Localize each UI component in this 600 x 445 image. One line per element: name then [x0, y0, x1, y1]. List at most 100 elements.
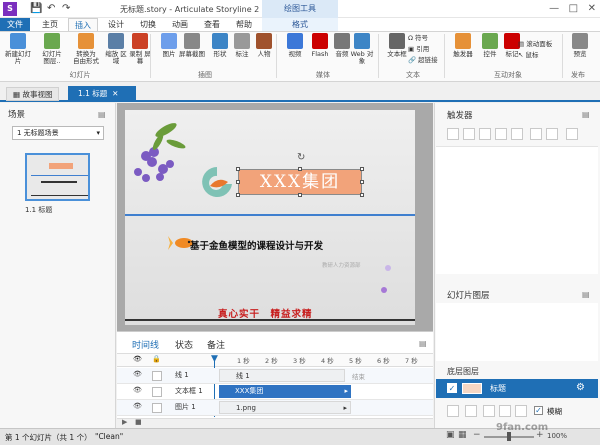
move-down-icon[interactable] — [546, 128, 558, 140]
tab-insert[interactable]: 插入 — [68, 18, 98, 31]
tab-animations[interactable]: 动画 — [166, 18, 194, 31]
ribbon-button[interactable]: 文本框 — [383, 33, 411, 58]
lock-checkbox[interactable] — [152, 403, 162, 413]
tab-slide-1-1[interactable]: 1.1 标题 ✕ — [68, 86, 137, 102]
tab-states[interactable]: 状态 — [175, 338, 193, 351]
trigger-settings-icon[interactable] — [566, 128, 578, 140]
panel-pin-icon[interactable]: ▤ — [582, 110, 590, 119]
copy-layer-icon[interactable] — [499, 405, 511, 417]
layers-list[interactable] — [436, 303, 598, 361]
eye-icon[interactable]: 👁 — [133, 402, 143, 410]
ribbon-button[interactable]: 幻灯片 图层.. — [38, 33, 66, 65]
lock-icon[interactable]: 🔒 — [152, 355, 161, 363]
timeline-object-name[interactable]: 文本框 1 — [175, 386, 203, 396]
ribbon-small-scroll-panel[interactable]: ▤ 滚动面板 — [518, 40, 552, 49]
base-layer-row[interactable] — [436, 379, 598, 398]
slide-divider-line[interactable] — [125, 214, 415, 216]
duplicate-layer-icon[interactable] — [465, 405, 477, 417]
slide-thumbnail[interactable] — [25, 153, 90, 201]
gear-icon[interactable]: ⚙ — [576, 382, 585, 393]
slide-bottom-line[interactable] — [125, 319, 415, 321]
normal-view-icon[interactable]: ▣ — [446, 430, 455, 440]
eye-icon[interactable]: 👁 — [133, 370, 143, 378]
goldfish-logo-icon[interactable] — [198, 164, 236, 200]
panel-pin-icon[interactable]: ▤ — [98, 110, 106, 119]
zoom-slider-thumb[interactable] — [507, 432, 511, 441]
panel-pin-icon[interactable]: ▤ — [582, 290, 590, 299]
ribbon-button[interactable]: 转换为 自由形式 — [72, 33, 100, 65]
tab-file[interactable]: 文件 — [0, 18, 30, 31]
resize-handle[interactable] — [298, 193, 302, 197]
tab-notes[interactable]: 备注 — [207, 338, 225, 351]
minimize-icon[interactable]: — — [549, 3, 559, 14]
zoom-out-icon[interactable]: − — [473, 430, 481, 440]
triggers-list[interactable] — [436, 146, 598, 274]
lock-checkbox[interactable] — [152, 387, 162, 397]
tab-view[interactable]: 查看 — [198, 18, 226, 31]
save-icon[interactable]: 💾 — [30, 3, 42, 15]
layer-visible-checkbox[interactable]: ✓ — [447, 383, 457, 393]
scene-dropdown[interactable]: 1 无标题场景 ▾ — [12, 126, 104, 140]
new-layer-icon[interactable] — [447, 405, 459, 417]
ribbon-small-reference[interactable]: ▣ 引用 — [408, 45, 429, 54]
resize-handle[interactable] — [236, 180, 240, 184]
play-icon[interactable]: ▶ — [122, 418, 127, 426]
ribbon-small-hyperlink[interactable]: 🔗 超链接 — [408, 56, 438, 65]
stop-icon[interactable]: ■ — [135, 418, 142, 426]
resize-handle[interactable] — [236, 193, 240, 197]
resize-handle[interactable] — [236, 167, 240, 171]
timeline-bar-selected[interactable]: XXX集团 ▸ — [219, 385, 351, 398]
timeline-object-name[interactable]: 图片 1 — [175, 402, 196, 412]
edit-trigger-icon[interactable] — [463, 128, 475, 140]
resize-handle[interactable] — [298, 167, 302, 171]
edit-layer-icon[interactable] — [483, 405, 495, 417]
slide-motto[interactable]: 真心实干 精益求精 — [218, 306, 313, 320]
paste-trigger-icon[interactable] — [495, 128, 507, 140]
maximize-icon[interactable]: □ — [569, 3, 578, 14]
tab-transitions[interactable]: 切换 — [134, 18, 162, 31]
delete-layer-icon[interactable] — [515, 405, 527, 417]
tab-home[interactable]: 主页 — [36, 18, 64, 31]
small-flower-decoration[interactable] — [376, 256, 396, 298]
timeline-bar[interactable]: 1.png ▸ — [219, 401, 351, 414]
eye-icon[interactable]: 👁 — [133, 386, 143, 394]
slide-title-text[interactable]: XXX集团 — [238, 169, 362, 195]
tab-timeline[interactable]: 时间线 — [132, 338, 159, 351]
layer-name[interactable]: 标题 — [490, 383, 506, 394]
tab-help[interactable]: 帮助 — [230, 18, 258, 31]
ribbon-button[interactable]: 视频 — [281, 33, 309, 58]
dim-checkbox[interactable]: ✓ — [534, 406, 543, 415]
new-trigger-icon[interactable] — [447, 128, 459, 140]
lock-checkbox[interactable] — [152, 371, 162, 381]
timeline-object-name[interactable]: 线 1 — [175, 370, 189, 380]
tab-story-view[interactable]: ▦ 故事视图 — [6, 87, 60, 101]
rotate-handle-icon[interactable]: ↻ — [297, 152, 305, 163]
panel-pin-icon[interactable]: ▤ — [419, 339, 427, 348]
resize-handle[interactable] — [360, 180, 364, 184]
ribbon-button[interactable]: 触发器 — [449, 33, 477, 58]
ribbon-small-mouse[interactable]: ↖ 鼠标 — [518, 51, 539, 60]
zoom-level[interactable]: 100% — [547, 432, 567, 440]
resize-handle[interactable] — [360, 167, 364, 171]
timeline-scrollbar[interactable] — [117, 418, 433, 428]
close-tab-icon[interactable]: ✕ — [112, 89, 118, 98]
tab-design[interactable]: 设计 — [102, 18, 130, 31]
close-icon[interactable]: ✕ — [588, 3, 596, 14]
slide-author-text[interactable]: 教研人力资源部 — [322, 261, 361, 269]
flower-decoration[interactable] — [128, 114, 188, 194]
timeline-bar[interactable]: 线 1 — [219, 369, 345, 382]
ribbon-button[interactable]: 新建幻灯片 — [4, 33, 32, 65]
ribbon-button[interactable]: Web 对象 — [348, 33, 376, 65]
move-up-icon[interactable] — [530, 128, 542, 140]
resize-handle[interactable] — [360, 193, 364, 197]
delete-trigger-icon[interactable] — [511, 128, 523, 140]
ribbon-button[interactable]: 屏幕截图 — [178, 33, 206, 58]
undo-icon[interactable]: ↶ — [47, 3, 55, 15]
ribbon-small-symbol[interactable]: Ω 符号 — [408, 34, 428, 43]
slide-subtitle[interactable]: 基于金鱼模型的课程设计与开发 — [190, 238, 323, 252]
redo-icon[interactable]: ↷ — [62, 3, 70, 15]
fit-view-icon[interactable]: ▦ — [458, 430, 467, 440]
ribbon-button[interactable]: 人物 — [250, 33, 278, 58]
copy-trigger-icon[interactable] — [479, 128, 491, 140]
tab-format[interactable]: 格式 — [262, 18, 338, 31]
